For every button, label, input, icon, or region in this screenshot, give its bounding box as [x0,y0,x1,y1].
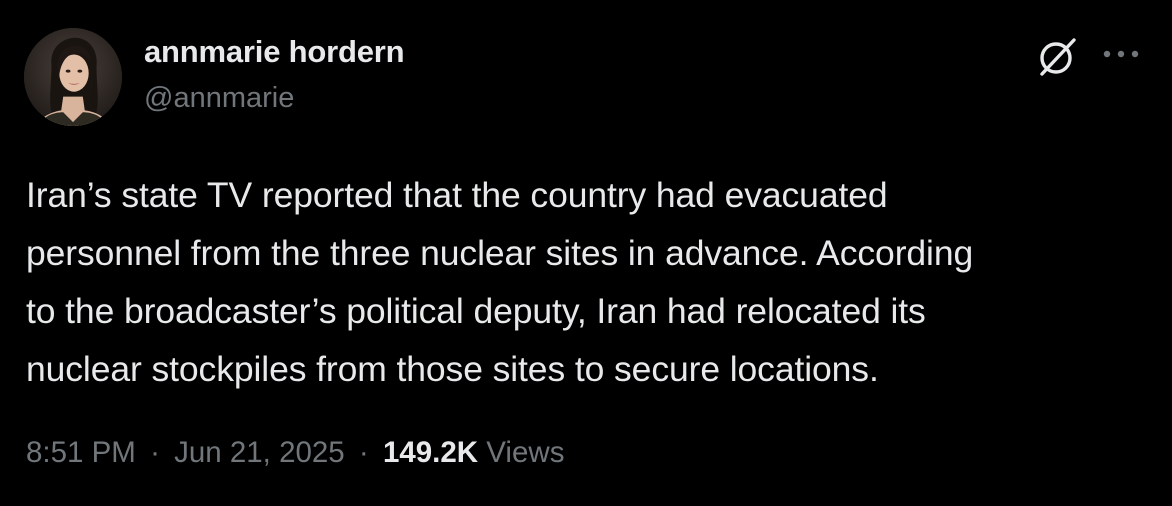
tweet-text-line: nuclear stockpiles from those sites to s… [26,349,879,389]
views-count[interactable]: 149.2K [383,436,478,469]
avatar[interactable] [24,28,122,126]
separator: · [358,436,369,469]
tweet-text-line: Iran’s state TV reported that the countr… [26,175,888,215]
tweet-text-line: to the broadcaster’s political deputy, I… [26,291,926,331]
post-date[interactable]: Jun 21, 2025 [174,436,345,469]
views-label: Views [486,436,565,469]
post-metadata: 8:51 PM · Jun 21, 2025 · 149.2K Views [26,436,564,470]
post-time[interactable]: 8:51 PM [26,436,136,469]
tweet-text-line: personnel from the three nuclear sites i… [26,233,974,273]
more-icon[interactable] [1100,44,1142,64]
grok-icon[interactable] [1034,32,1082,80]
handle[interactable]: @annmarie [144,82,294,115]
separator: · [150,436,160,469]
display-name[interactable]: annmarie hordern [144,34,405,70]
tweet-card: annmarie hordern @annmarie Iran’s state … [0,0,1172,506]
tweet-text: Iran’s state TV reported that the countr… [26,166,1152,398]
avatar-image [24,28,122,126]
